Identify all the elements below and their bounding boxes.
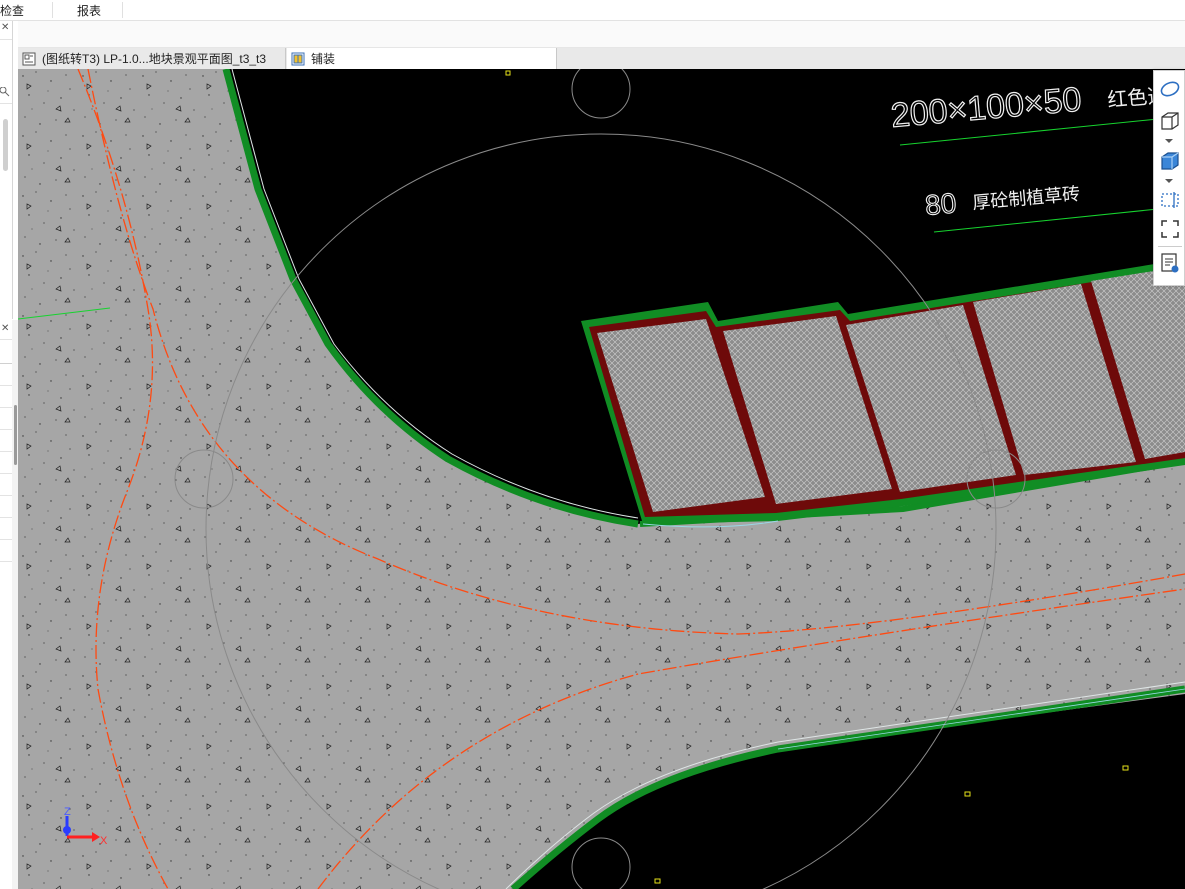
shaded-box-icon[interactable] [1158, 149, 1182, 173]
toolbar-strip [18, 21, 1185, 48]
panel-row [0, 473, 12, 474]
panel-divider [0, 39, 12, 40]
panel-scrollbar[interactable] [3, 119, 8, 171]
panel-row [0, 407, 12, 408]
search-icon[interactable] [0, 87, 10, 97]
menu-item-check[interactable]: 检查 [0, 2, 24, 19]
axis-z-label: Z [64, 806, 71, 818]
menu-bar: 检查 报表 [0, 0, 1185, 21]
axis-x-label: X [100, 835, 108, 847]
panel-collapse-handle[interactable] [14, 405, 17, 465]
panel-row [0, 363, 12, 364]
view-toolbar [1153, 70, 1185, 286]
menu-item-report[interactable]: 报表 [77, 2, 101, 19]
panel-divider [0, 339, 12, 340]
ellipse-view-icon[interactable] [1158, 77, 1182, 101]
panel-row [0, 561, 12, 562]
close-icon[interactable]: ✕ [1, 22, 9, 33]
properties-icon[interactable] [1158, 251, 1182, 275]
document-tab-bar: (图纸转T3) LP-1.0...地块景观平面图_t3_t3 铺装 [18, 48, 1185, 70]
selection-rect-icon[interactable] [1158, 188, 1182, 212]
cad-viewport[interactable]: 200×100×50 红色透 80 厚砼制植草砖 [18, 69, 1185, 889]
paving-file-icon [291, 52, 305, 65]
panel-row [0, 495, 12, 496]
menu-separator [122, 2, 123, 18]
panel-row [0, 517, 12, 518]
chevron-down-icon[interactable] [1165, 179, 1173, 183]
grass-brick-thickness-label: 80 [924, 187, 958, 221]
panel-divider [0, 103, 12, 104]
panel-row [0, 385, 12, 386]
close-icon[interactable]: ✕ [1, 323, 9, 334]
panel-row [0, 429, 12, 430]
ucs-axis-icon: Z X [63, 806, 108, 847]
menu-separator [52, 2, 53, 18]
grass-brick-label: 厚砼制植草砖 [972, 184, 1081, 213]
panel-row [0, 539, 12, 540]
tab-paving[interactable]: 铺装 [287, 48, 557, 69]
left-panel-top: ✕ [0, 21, 13, 319]
panel-row [0, 451, 12, 452]
toolbar-divider [1158, 246, 1182, 247]
leader-line [933, 208, 1159, 233]
tab-landscape-plan[interactable]: (图纸转T3) LP-1.0...地块景观平面图_t3_t3 [18, 48, 286, 69]
drawing-file-icon [22, 52, 36, 65]
fullscreen-icon[interactable] [1158, 217, 1182, 241]
paver-spec-label: 200×100×50 [889, 80, 1083, 135]
tab-label: 铺装 [311, 52, 336, 66]
box-view-icon[interactable] [1158, 109, 1182, 133]
chevron-down-icon[interactable] [1165, 139, 1173, 143]
tab-label: (图纸转T3) LP-1.0...地块景观平面图_t3_t3 [42, 52, 267, 66]
